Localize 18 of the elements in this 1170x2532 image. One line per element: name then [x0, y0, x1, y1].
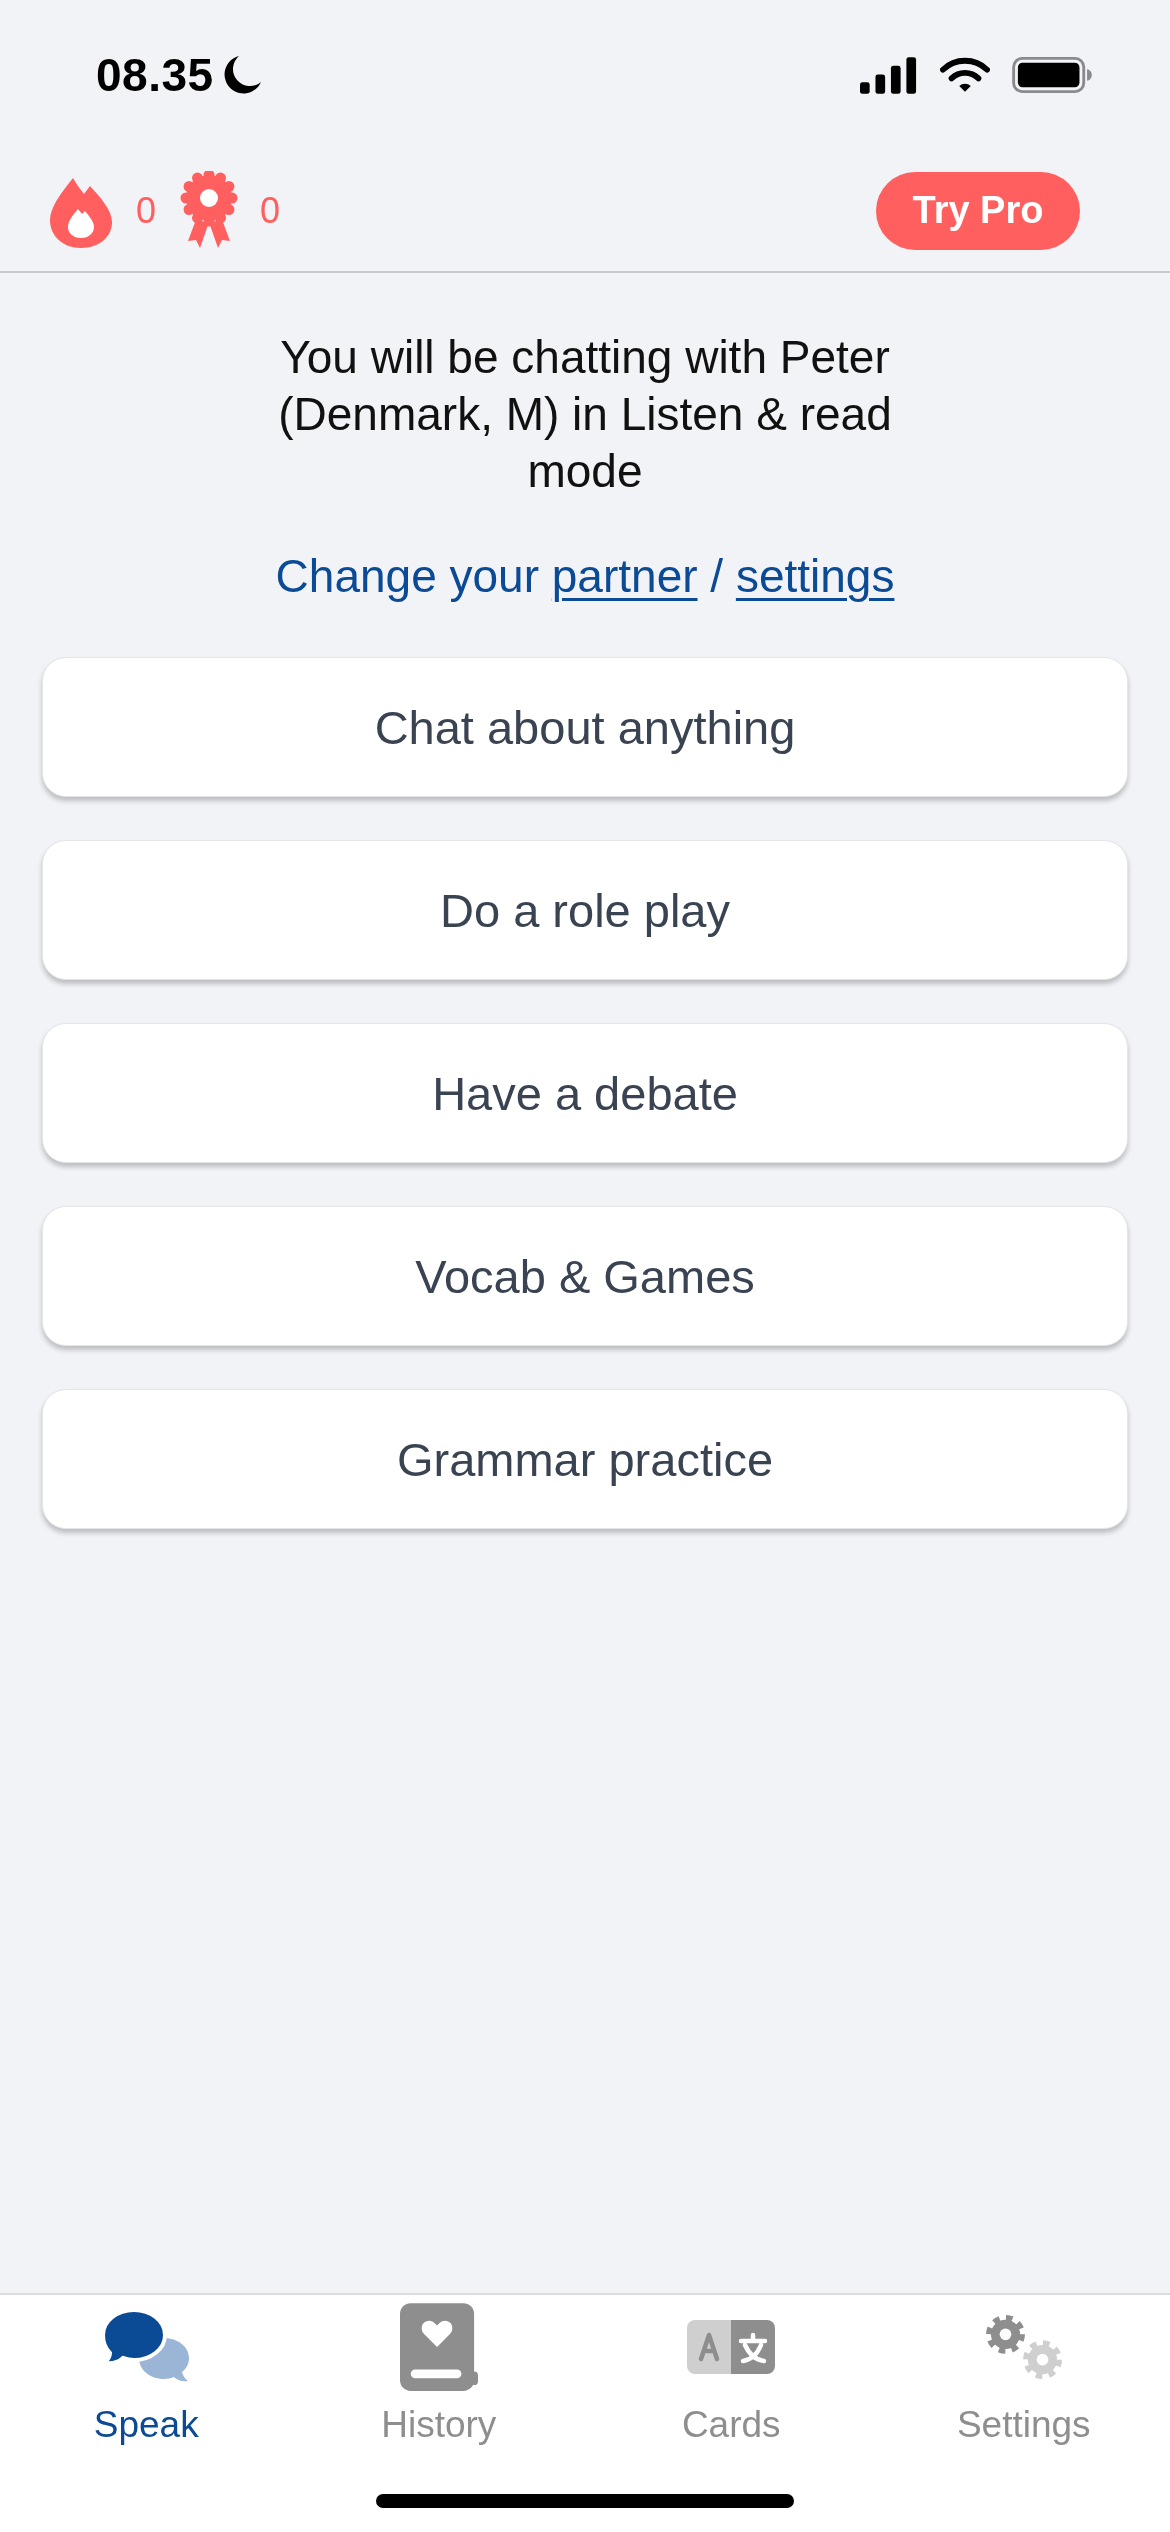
tab-bar-item[interactable]: Speak — [0, 2295, 293, 2447]
partner-info-text: You will be chatting with Peter (Denmark, M) in Listen & read mode — [277, 330, 893, 499]
status-time: 08.35 — [96, 48, 214, 102]
wifi-icon — [940, 56, 990, 94]
mode-option-button[interactable]: Have a debate — [42, 1023, 1128, 1163]
partner-link[interactable]: partner — [551, 550, 698, 602]
mode-option-button[interactable]: Vocab & Games — [42, 1206, 1128, 1346]
battery-icon — [1012, 57, 1092, 93]
book-heart-icon — [399, 2303, 478, 2391]
streak-count: 0 — [136, 189, 157, 232]
signal-icon — [860, 56, 918, 94]
mode-option-button[interactable]: Do a role play — [42, 840, 1128, 980]
translate-cards-icon — [687, 2320, 776, 2374]
mode-option-button[interactable]: Grammar practice — [42, 1389, 1128, 1529]
award-count: 0 — [260, 189, 281, 232]
mode-option-button[interactable]: Chat about anything — [42, 657, 1128, 797]
settings-link[interactable]: settings — [735, 550, 895, 602]
change-partner-line: Change your partner / settings — [275, 549, 895, 604]
